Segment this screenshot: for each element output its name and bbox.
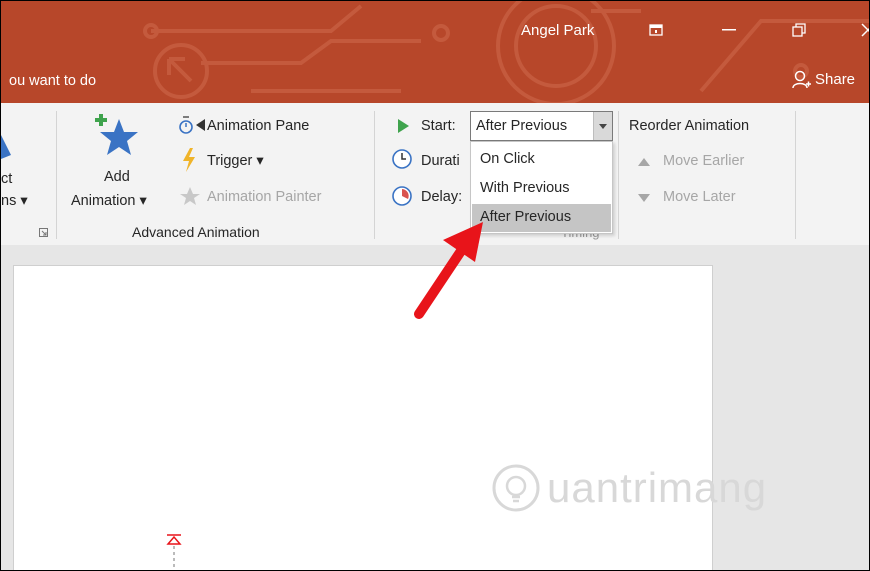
group-label-advanced-animation: Advanced Animation <box>132 224 260 240</box>
delay-clock-icon <box>392 186 412 206</box>
move-earlier-button[interactable]: Move Earlier <box>663 153 744 169</box>
move-later-button[interactable]: Move Later <box>663 189 736 205</box>
minimize-icon[interactable] <box>714 15 744 45</box>
chevron-down-icon[interactable] <box>593 112 612 140</box>
ribbon-display-options-icon[interactable] <box>641 15 671 45</box>
group-separator <box>56 111 57 239</box>
add-animation-star-icon[interactable] <box>93 111 141 159</box>
restore-icon[interactable] <box>784 15 814 45</box>
red-annotation-arrow <box>414 222 483 319</box>
effect-options-label-1[interactable]: ct <box>1 171 12 187</box>
app-window: Angel Park ou want to do Share ct ns ▾ A… <box>0 0 870 571</box>
trigger-lightning-icon <box>183 148 195 172</box>
start-select-value: After Previous <box>476 118 568 134</box>
duration-clock-icon <box>392 149 412 169</box>
effect-options-label-2[interactable]: ns ▾ <box>1 193 28 209</box>
start-label: Start: <box>421 118 456 134</box>
dialog-launcher-icon[interactable] <box>39 228 48 237</box>
trigger-label: Trigger <box>207 153 253 169</box>
watermark-bulb-icon <box>492 464 540 512</box>
effect-options-icon[interactable] <box>1 125 13 159</box>
user-name[interactable]: Angel Park <box>521 22 594 39</box>
duration-label: Durati <box>421 153 460 169</box>
watermark-text: uantrimang <box>547 464 768 511</box>
animation-painter-icon <box>180 187 200 205</box>
tell-me-search[interactable]: ou want to do <box>9 73 96 89</box>
group-separator <box>374 111 375 239</box>
animation-painter-button[interactable]: Animation Painter <box>207 189 321 205</box>
delay-label: Delay: <box>421 189 463 205</box>
menu-option-with-previous[interactable]: With Previous <box>472 175 611 203</box>
play-icon <box>398 119 409 133</box>
group-separator <box>618 111 619 239</box>
add-animation-label-2-text: Animation <box>71 193 136 209</box>
reorder-animation-title: Reorder Animation <box>629 118 750 134</box>
menu-option-after-previous[interactable]: After Previous <box>472 204 611 232</box>
effect-options-label-2-text: ns <box>1 193 17 209</box>
menu-option-on-click[interactable]: On Click <box>472 146 611 174</box>
add-animation-label-2[interactable]: Animation ▾ <box>71 193 147 209</box>
animation-pane-button[interactable]: Animation Pane <box>207 118 309 134</box>
animation-pane-icon <box>179 116 205 134</box>
share-button[interactable]: Share <box>791 69 855 89</box>
add-animation-label-1[interactable]: Add <box>104 169 130 185</box>
close-icon[interactable] <box>853 15 869 45</box>
move-later-arrow-icon <box>638 194 650 202</box>
title-bar: Angel Park ou want to do Share <box>1 1 869 103</box>
start-dropdown-menu: On Click With Previous After Previous <box>470 141 613 234</box>
motion-path-marker-icon[interactable] <box>164 532 184 571</box>
share-label: Share <box>815 70 856 88</box>
trigger-button[interactable]: Trigger ▾ <box>207 153 264 169</box>
move-earlier-arrow-icon <box>638 158 650 166</box>
group-separator <box>795 111 796 239</box>
start-select[interactable]: After Previous <box>470 111 613 141</box>
watermark: uantrimang <box>491 463 767 513</box>
person-icon <box>792 70 811 89</box>
slide-canvas[interactable] <box>13 265 713 571</box>
